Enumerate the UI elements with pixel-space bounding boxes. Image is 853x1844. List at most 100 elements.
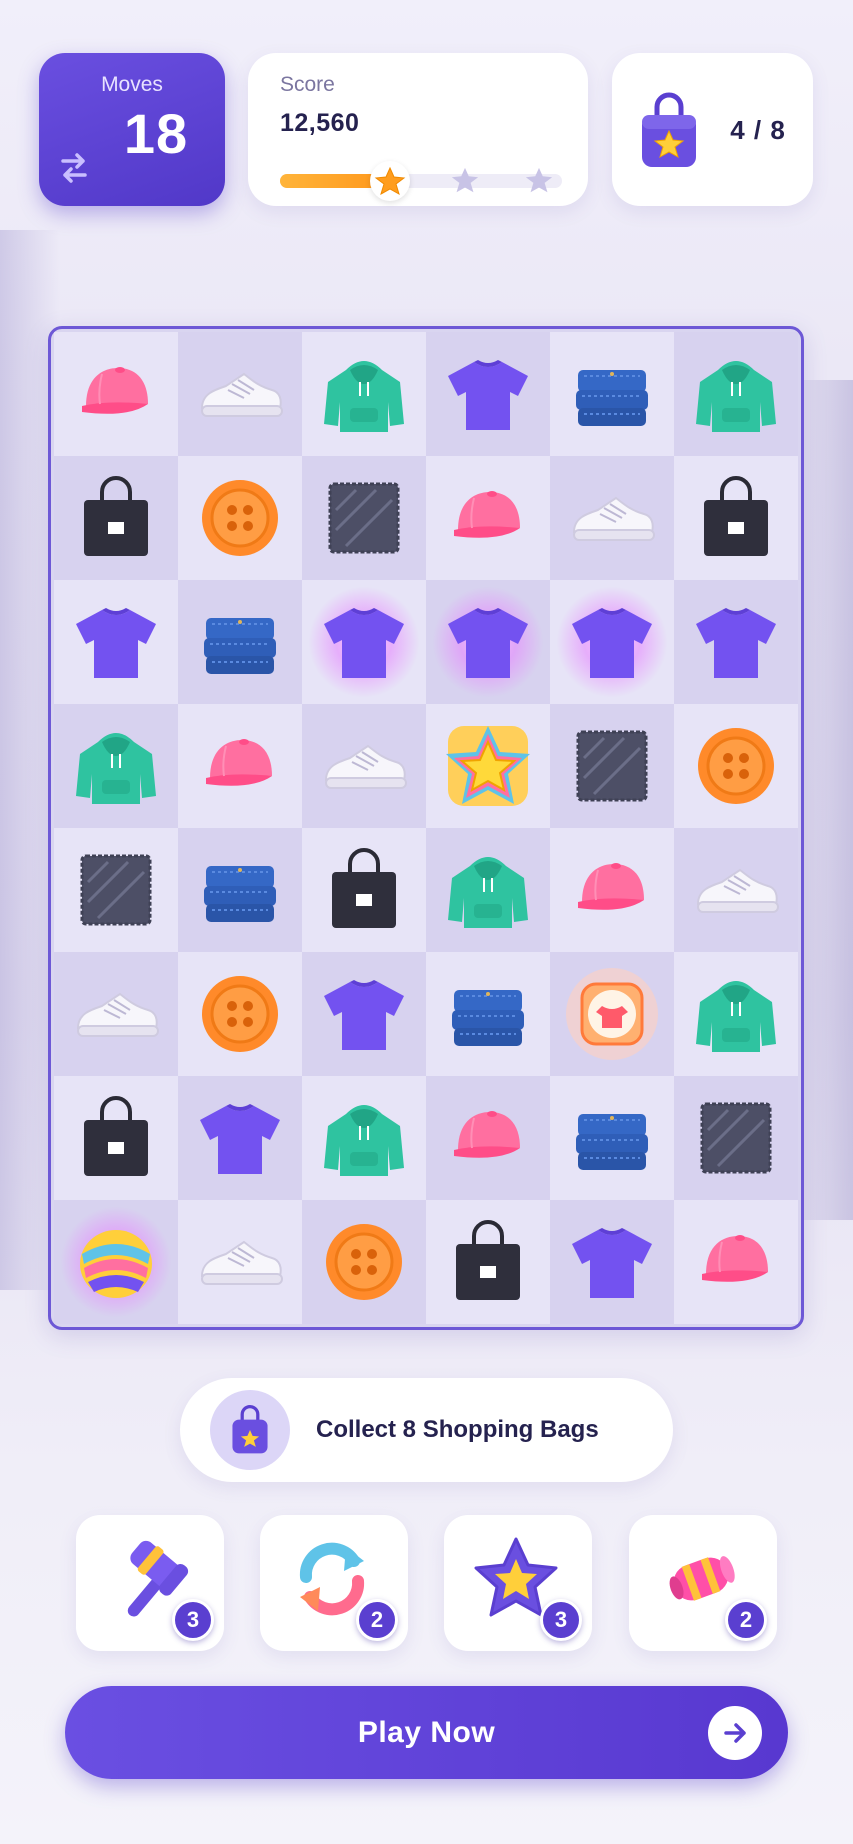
tshirt-icon	[688, 594, 784, 690]
board-cell-r7-c3[interactable]	[302, 1076, 426, 1200]
board-cell-r7-c2[interactable]	[178, 1076, 302, 1200]
bag-icon	[688, 470, 784, 566]
board-cell-r6-c6[interactable]	[674, 952, 798, 1076]
board-cell-r7-c4[interactable]	[426, 1076, 550, 1200]
jeans-icon	[564, 1090, 660, 1186]
booster-rocket-button[interactable]: 2	[629, 1515, 777, 1651]
jeans-icon	[564, 346, 660, 442]
objective-pill: Collect 8 Shopping Bags	[180, 1378, 673, 1482]
shopping-bag-icon	[232, 1405, 268, 1454]
button-icon	[316, 1214, 412, 1310]
board-cell-r3-c3[interactable]	[302, 580, 426, 704]
score-value: 12,560	[280, 109, 360, 137]
board-cell-r7-c1[interactable]	[54, 1076, 178, 1200]
board-cell-r1-c2[interactable]	[178, 332, 302, 456]
board-cell-r7-c6[interactable]	[674, 1076, 798, 1200]
board-cell-r5-c6[interactable]	[674, 828, 798, 952]
board-cell-r3-c6[interactable]	[674, 580, 798, 704]
fabric-icon	[68, 842, 164, 938]
booster-star-button[interactable]: 3	[444, 1515, 592, 1651]
booster-hammer-button[interactable]: 3	[76, 1515, 224, 1651]
board-cell-r4-c4[interactable]	[426, 704, 550, 828]
progress-fill	[280, 174, 379, 188]
board-cell-r6-c3[interactable]	[302, 952, 426, 1076]
jeans-icon	[192, 594, 288, 690]
sneaker-icon	[192, 1214, 288, 1310]
board-cell-r1-c6[interactable]	[674, 332, 798, 456]
fabric-icon	[316, 470, 412, 566]
objective-badge	[210, 1390, 290, 1470]
booster-count-badge: 3	[172, 1599, 214, 1641]
board-cell-r2-c6[interactable]	[674, 456, 798, 580]
booster-shuffle-button[interactable]: 2	[260, 1515, 408, 1651]
booster-count-badge: 2	[725, 1599, 767, 1641]
button-icon	[192, 966, 288, 1062]
board-cell-r2-c3[interactable]	[302, 456, 426, 580]
progress-star-2-icon	[450, 165, 482, 197]
cap-icon	[564, 842, 660, 938]
moves-panel: Moves 18	[39, 53, 225, 206]
tshirt-icon	[564, 1214, 660, 1310]
board-cell-r2-c2[interactable]	[178, 456, 302, 580]
board-cell-r7-c5[interactable]	[550, 1076, 674, 1200]
board-cell-r6-c5[interactable]	[550, 952, 674, 1076]
board-cell-r4-c2[interactable]	[178, 704, 302, 828]
hoodie-icon	[688, 346, 784, 442]
hoodie-icon	[316, 1090, 412, 1186]
board-cell-r5-c1[interactable]	[54, 828, 178, 952]
board-cell-r4-c6[interactable]	[674, 704, 798, 828]
board-cell-r4-c5[interactable]	[550, 704, 674, 828]
board-cell-r6-c1[interactable]	[54, 952, 178, 1076]
hoodie-icon	[688, 966, 784, 1062]
moves-value: 18	[123, 102, 189, 165]
fabric-icon	[564, 718, 660, 814]
burst-special-icon	[564, 966, 660, 1062]
board-cell-r3-c2[interactable]	[178, 580, 302, 704]
board-cell-r5-c3[interactable]	[302, 828, 426, 952]
score-panel: Score 12,560	[248, 53, 588, 206]
board-cell-r2-c5[interactable]	[550, 456, 674, 580]
board-cell-r5-c4[interactable]	[426, 828, 550, 952]
board-cell-r6-c2[interactable]	[178, 952, 302, 1076]
board-cell-r4-c1[interactable]	[54, 704, 178, 828]
board-cell-r8-c6[interactable]	[674, 1200, 798, 1324]
play-now-label: Play Now	[357, 1716, 496, 1749]
hoodie-icon	[316, 346, 412, 442]
jeans-icon	[192, 842, 288, 938]
tile-grid	[54, 332, 798, 1324]
board-cell-r1-c1[interactable]	[54, 332, 178, 456]
sneaker-icon	[68, 966, 164, 1062]
progress-star-3-icon	[524, 165, 556, 197]
board-cell-r1-c5[interactable]	[550, 332, 674, 456]
sneaker-icon	[316, 718, 412, 814]
board-cell-r3-c4[interactable]	[426, 580, 550, 704]
tshirt-icon	[68, 594, 164, 690]
play-now-button[interactable]: Play Now	[65, 1686, 788, 1779]
board-cell-r5-c5[interactable]	[550, 828, 674, 952]
goal-counter: 4 / 8	[730, 115, 786, 145]
board-cell-r8-c2[interactable]	[178, 1200, 302, 1324]
board-cell-r2-c1[interactable]	[54, 456, 178, 580]
tshirt-icon	[440, 594, 536, 690]
tshirt-icon	[316, 594, 412, 690]
board-cell-r8-c4[interactable]	[426, 1200, 550, 1324]
board-cell-r1-c4[interactable]	[426, 332, 550, 456]
moves-label: Moves	[101, 73, 163, 96]
board-cell-r8-c5[interactable]	[550, 1200, 674, 1324]
cap-icon	[440, 470, 536, 566]
board-cell-r4-c3[interactable]	[302, 704, 426, 828]
board-cell-r3-c5[interactable]	[550, 580, 674, 704]
board-cell-r2-c4[interactable]	[426, 456, 550, 580]
board-cell-r1-c3[interactable]	[302, 332, 426, 456]
board-cell-r8-c3[interactable]	[302, 1200, 426, 1324]
board-cell-r8-c1[interactable]	[54, 1200, 178, 1324]
cap-icon	[68, 346, 164, 442]
board-cell-r5-c2[interactable]	[178, 828, 302, 952]
board-cell-r3-c1[interactable]	[54, 580, 178, 704]
cap-icon	[192, 718, 288, 814]
fabric-icon	[688, 1090, 784, 1186]
board-cell-r6-c4[interactable]	[426, 952, 550, 1076]
jeans-icon	[440, 966, 536, 1062]
cap-icon	[688, 1214, 784, 1310]
hoodie-icon	[440, 842, 536, 938]
